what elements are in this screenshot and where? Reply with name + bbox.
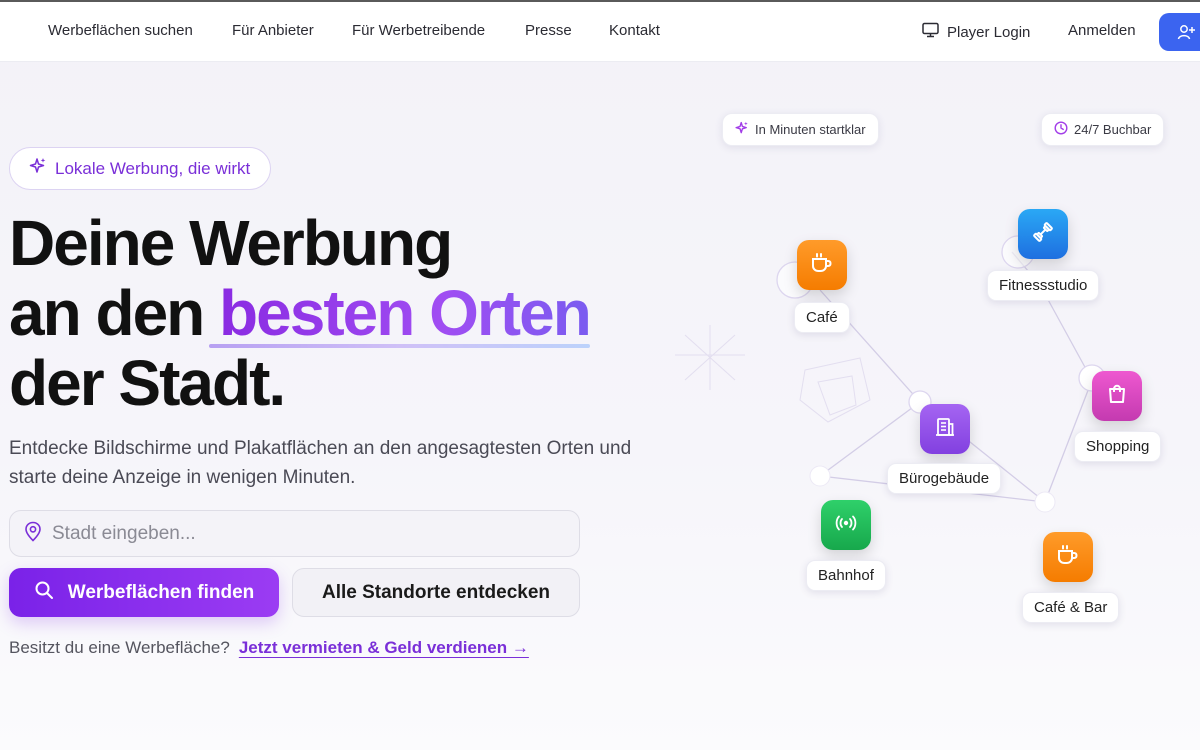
monitor-icon <box>922 22 939 42</box>
sparkles-icon <box>735 121 749 138</box>
location-tile-station[interactable] <box>821 500 871 550</box>
rent-out-link[interactable]: Jetzt vermieten & Geld verdienen → <box>239 638 529 658</box>
headline-highlight-underline <box>209 344 590 348</box>
headline-line-3: der Stadt. <box>9 348 590 418</box>
search-icon <box>34 580 54 606</box>
hero-description: Entdecke Bildschirme und Plakatflächen a… <box>9 438 632 488</box>
location-label-shopping[interactable]: Shopping <box>1074 431 1162 462</box>
map-pin-icon <box>24 521 42 547</box>
feature-chip-always-bookable: 24/7 Buchbar <box>1041 113 1165 146</box>
feature-chip-quick-start: In Minuten startklar <box>722 113 879 146</box>
nav-link-werbeflaechen-suchen[interactable]: Werbeflächen suchen <box>48 22 193 39</box>
login-link[interactable]: Anmelden <box>1068 22 1136 39</box>
top-navigation: Werbeflächen suchen Für Anbieter Für Wer… <box>0 2 1200 62</box>
hero-headline: Deine Werbung an den besten Orten der St… <box>9 207 592 418</box>
player-login-link[interactable]: Player Login <box>922 22 1030 42</box>
coffee-cup-icon <box>1056 544 1080 571</box>
find-ad-spaces-button[interactable]: Werbeflächen finden <box>9 568 279 617</box>
location-tile-fitness[interactable] <box>1018 209 1068 259</box>
city-search-field[interactable] <box>9 510 580 557</box>
clock-icon <box>1054 121 1068 138</box>
location-label-cafe-bar[interactable]: Café & Bar <box>1022 592 1120 623</box>
discover-all-locations-button[interactable]: Alle Standorte entdecken <box>292 568 580 617</box>
dumbbell-icon <box>1031 220 1055 249</box>
hero-badge: Lokale Werbung, die wirkt <box>9 147 271 190</box>
location-tile-office[interactable] <box>920 404 970 454</box>
feature-chip-always-bookable-label: 24/7 Buchbar <box>1074 122 1152 137</box>
headline-line-2: an den besten Orten <box>9 277 592 349</box>
find-ad-spaces-label: Werbeflächen finden <box>67 581 255 603</box>
location-tile-cafe-bar[interactable] <box>1043 532 1093 582</box>
nav-link-presse[interactable]: Presse <box>525 22 572 39</box>
owner-cta: Besitzt du eine Werbefläche? Jetzt vermi… <box>9 638 529 658</box>
nav-link-kontakt[interactable]: Kontakt <box>609 22 660 39</box>
broadcast-icon <box>834 512 858 539</box>
register-button[interactable] <box>1159 13 1200 51</box>
headline-line-1: Deine Werbung <box>9 207 453 279</box>
office-building-icon <box>934 416 956 443</box>
city-search-input[interactable] <box>52 522 532 545</box>
location-tile-shopping[interactable] <box>1092 371 1142 421</box>
sparkles-icon <box>29 157 47 180</box>
headline-line-3-text: der Stadt <box>9 347 270 419</box>
headline-highlight: besten Orten <box>219 277 592 349</box>
location-label-station[interactable]: Bahnhof <box>806 560 886 591</box>
nav-link-fuer-werbetreibende[interactable]: Für Werbetreibende <box>352 22 485 39</box>
headline-line-2-prefix: an den <box>9 277 220 349</box>
hero-badge-label: Lokale Werbung, die wirkt <box>55 158 251 178</box>
player-login-label: Player Login <box>947 23 1031 41</box>
location-label-cafe[interactable]: Café <box>794 302 850 333</box>
location-tile-cafe[interactable] <box>797 240 847 290</box>
location-label-fitness[interactable]: Fitnessstudio <box>987 270 1100 301</box>
owner-question: Besitzt du eine Werbefläche? <box>9 638 230 657</box>
nav-link-fuer-anbieter[interactable]: Für Anbieter <box>232 22 314 39</box>
coffee-cup-icon <box>810 252 834 279</box>
shopping-bag-icon <box>1106 383 1128 410</box>
feature-chip-quick-start-label: In Minuten startklar <box>755 122 866 137</box>
location-label-office[interactable]: Bürogebäude <box>887 463 1002 494</box>
headline-line-3-suffix: . <box>268 347 286 419</box>
